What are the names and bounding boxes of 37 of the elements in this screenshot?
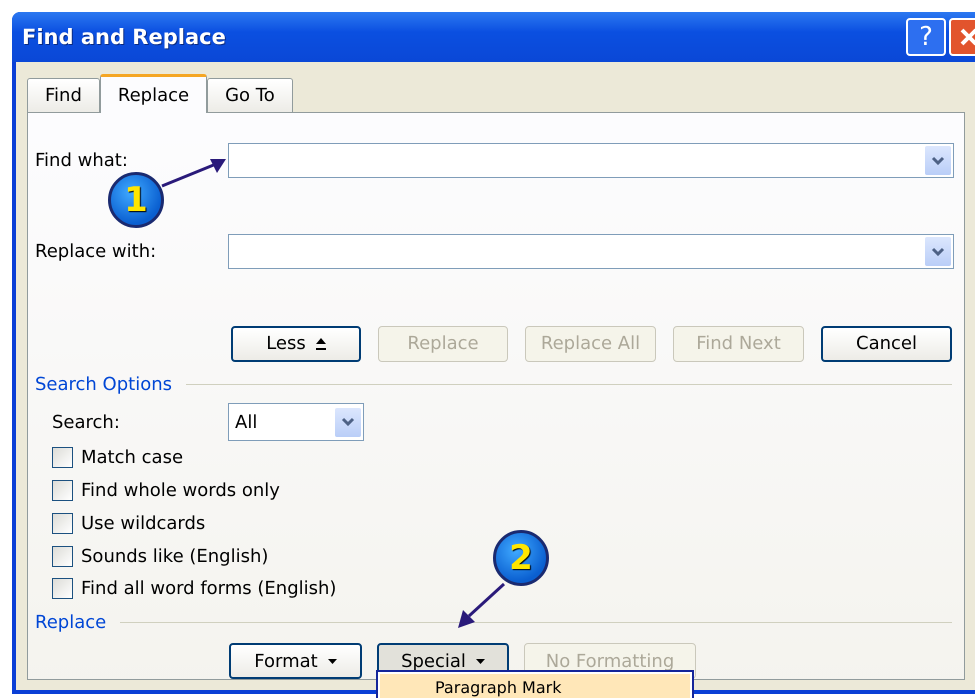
window-title: Find and Replace	[22, 25, 227, 49]
checkbox[interactable]	[52, 546, 73, 567]
up-arrow-icon	[316, 338, 326, 350]
text-combo-field[interactable]	[228, 143, 954, 178]
checkbox[interactable]	[52, 447, 73, 468]
menu-item[interactable]: Paragraph Mark	[380, 674, 690, 698]
checkbox[interactable]	[52, 578, 73, 600]
tab[interactable]: Go To	[207, 78, 293, 112]
checkbox[interactable]	[52, 480, 73, 501]
tab[interactable]: Find	[27, 78, 100, 112]
dropdown-button[interactable]	[925, 146, 951, 176]
section-heading: Search Options	[35, 374, 172, 395]
caret-down-icon	[476, 658, 485, 664]
close-icon	[959, 27, 975, 47]
section-heading: Replace	[35, 612, 106, 633]
checkbox-label: Find all word forms (English)	[81, 578, 336, 600]
field-label: Replace with:	[35, 241, 158, 262]
dialog-button[interactable]: Less	[231, 326, 361, 362]
chevron-down-icon	[931, 156, 945, 166]
checkbox-label: Sounds like (English)	[81, 546, 268, 567]
chevron-down-icon	[341, 417, 355, 428]
checkbox-label: Use wildcards	[81, 512, 206, 534]
caret-down-icon	[328, 658, 337, 664]
search-select[interactable]: All	[228, 403, 364, 442]
field-label: Find what:	[35, 150, 129, 172]
text-combo-field[interactable]	[228, 234, 954, 270]
chevron-down-icon	[931, 246, 945, 257]
search-label: Search:	[51, 412, 121, 433]
dialog-button[interactable]: Cancel	[821, 326, 952, 362]
dialog-button[interactable]: Format	[229, 643, 362, 679]
dropdown-button[interactable]	[925, 237, 951, 266]
checkbox-label: Match case	[81, 447, 184, 468]
callout-arrow	[455, 582, 507, 630]
checkbox[interactable]	[52, 512, 73, 534]
checkbox-label: Find whole words only	[81, 480, 280, 501]
tab[interactable]: Replace	[100, 74, 208, 113]
help-button[interactable]: ?	[906, 18, 946, 56]
